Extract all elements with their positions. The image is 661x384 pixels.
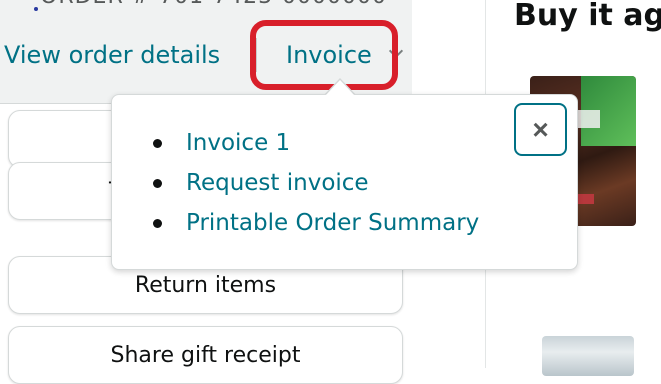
popover-item-label: Request invoice (186, 170, 369, 196)
share-gift-receipt-button[interactable]: Share gift receipt (8, 326, 403, 384)
buy-again-title: Buy it ag (514, 0, 661, 33)
popover-arrow-fill (325, 80, 355, 96)
order-number: ORDER # 701-7423-0000000 (40, 0, 387, 9)
invoice-popover: Invoice 1 Request invoice Printable Orde… (111, 94, 578, 270)
bullet-icon (153, 139, 162, 148)
bullet-icon (153, 179, 162, 188)
view-order-details-link[interactable]: View order details (4, 41, 220, 69)
popover-item-request-invoice[interactable]: Request invoice (152, 168, 479, 208)
popover-item-invoice-1[interactable]: Invoice 1 (152, 128, 479, 168)
popover-item-label: Invoice 1 (186, 130, 291, 156)
invoice-options-list: Invoice 1 Request invoice Printable Orde… (152, 128, 479, 248)
popover-item-label: Printable Order Summary (186, 210, 480, 236)
popover-item-printable-order-summary[interactable]: Printable Order Summary (152, 208, 479, 248)
dot-mark (34, 7, 38, 11)
close-icon[interactable]: × (514, 103, 567, 156)
product-image-2[interactable] (542, 336, 634, 376)
bullet-icon (153, 219, 162, 228)
